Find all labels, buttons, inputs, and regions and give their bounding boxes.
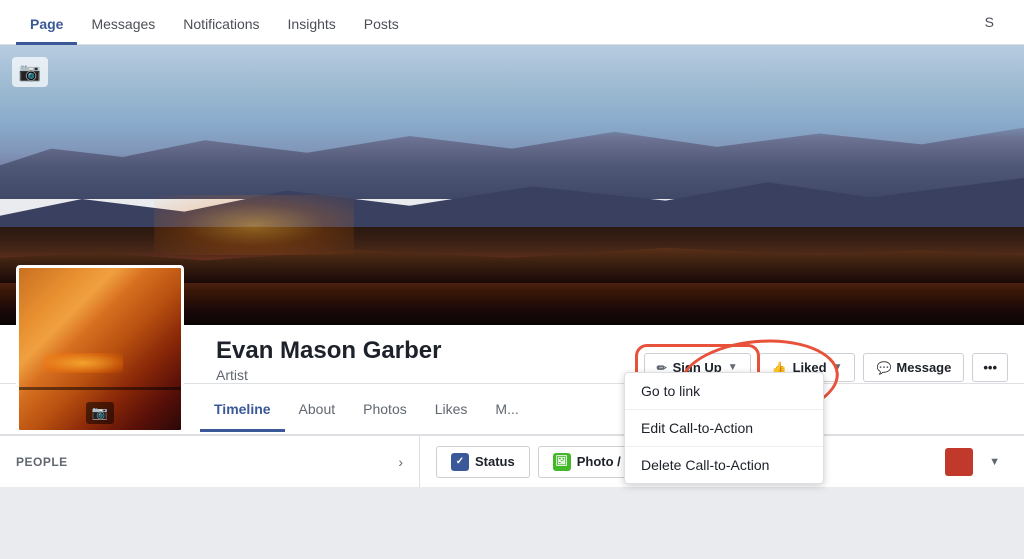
dropdown-item-goto[interactable]: Go to link (625, 373, 823, 410)
profile-section: 📷 Evan Mason Garber Artist ✏ Sign Up ▼ 👍… (0, 325, 1024, 435)
message-button[interactable]: 💬 Message (863, 353, 964, 382)
subtab-timeline[interactable]: Timeline (200, 389, 285, 432)
avatar-horizon (19, 387, 181, 390)
cover-sun-glow (154, 195, 354, 255)
tab-insights[interactable]: Insights (274, 6, 350, 45)
status-label: Status (475, 454, 515, 469)
people-label: PEOPLE (16, 455, 398, 469)
avatar-camera-icon: 📷 (92, 405, 108, 421)
dropdown-item-edit[interactable]: Edit Call-to-Action (625, 410, 823, 447)
tab-messages[interactable]: Messages (77, 6, 169, 45)
status-button[interactable]: ✓ Status (436, 446, 530, 478)
bottom-strip: PEOPLE › ✓ Status 🖼 Photo / nt + ▼ (0, 435, 1024, 487)
message-label: Message (896, 360, 951, 375)
subtab-more[interactable]: M... (481, 389, 532, 432)
status-icon: ✓ (451, 453, 469, 471)
subtab-likes[interactable]: Likes (421, 389, 482, 432)
more-dots-icon: ••• (983, 360, 997, 375)
people-arrow-icon: › (398, 454, 403, 470)
color-swatch[interactable] (945, 448, 973, 476)
dropdown-menu: Go to link Edit Call-to-Action Delete Ca… (624, 372, 824, 484)
photo-icon: 🖼 (553, 453, 571, 471)
avatar-camera-button[interactable]: 📷 (86, 402, 114, 424)
tab-posts[interactable]: Posts (350, 6, 413, 45)
top-navigation: Page Messages Notifications Insights Pos… (0, 0, 1024, 45)
subtab-photos[interactable]: Photos (349, 389, 421, 432)
tab-notifications[interactable]: Notifications (169, 6, 273, 45)
photo-label: Photo / (577, 454, 621, 469)
subtab-about[interactable]: About (285, 389, 350, 432)
photo-button[interactable]: 🖼 Photo / (538, 446, 636, 478)
camera-icon: 📷 (19, 62, 41, 83)
swatch-chevron-icon[interactable]: ▼ (989, 456, 1000, 468)
message-icon: 💬 (876, 361, 891, 375)
avatar-sun (43, 353, 123, 373)
nav-search: S (971, 6, 1008, 38)
people-section[interactable]: PEOPLE › (0, 436, 420, 487)
profile-avatar: 📷 (16, 265, 184, 433)
tab-page[interactable]: Page (16, 6, 77, 45)
more-button[interactable]: ••• (972, 353, 1008, 382)
cover-camera-button[interactable]: 📷 (12, 57, 48, 87)
dropdown-item-delete[interactable]: Delete Call-to-Action (625, 447, 823, 483)
liked-chevron-icon: ▼ (833, 362, 843, 373)
